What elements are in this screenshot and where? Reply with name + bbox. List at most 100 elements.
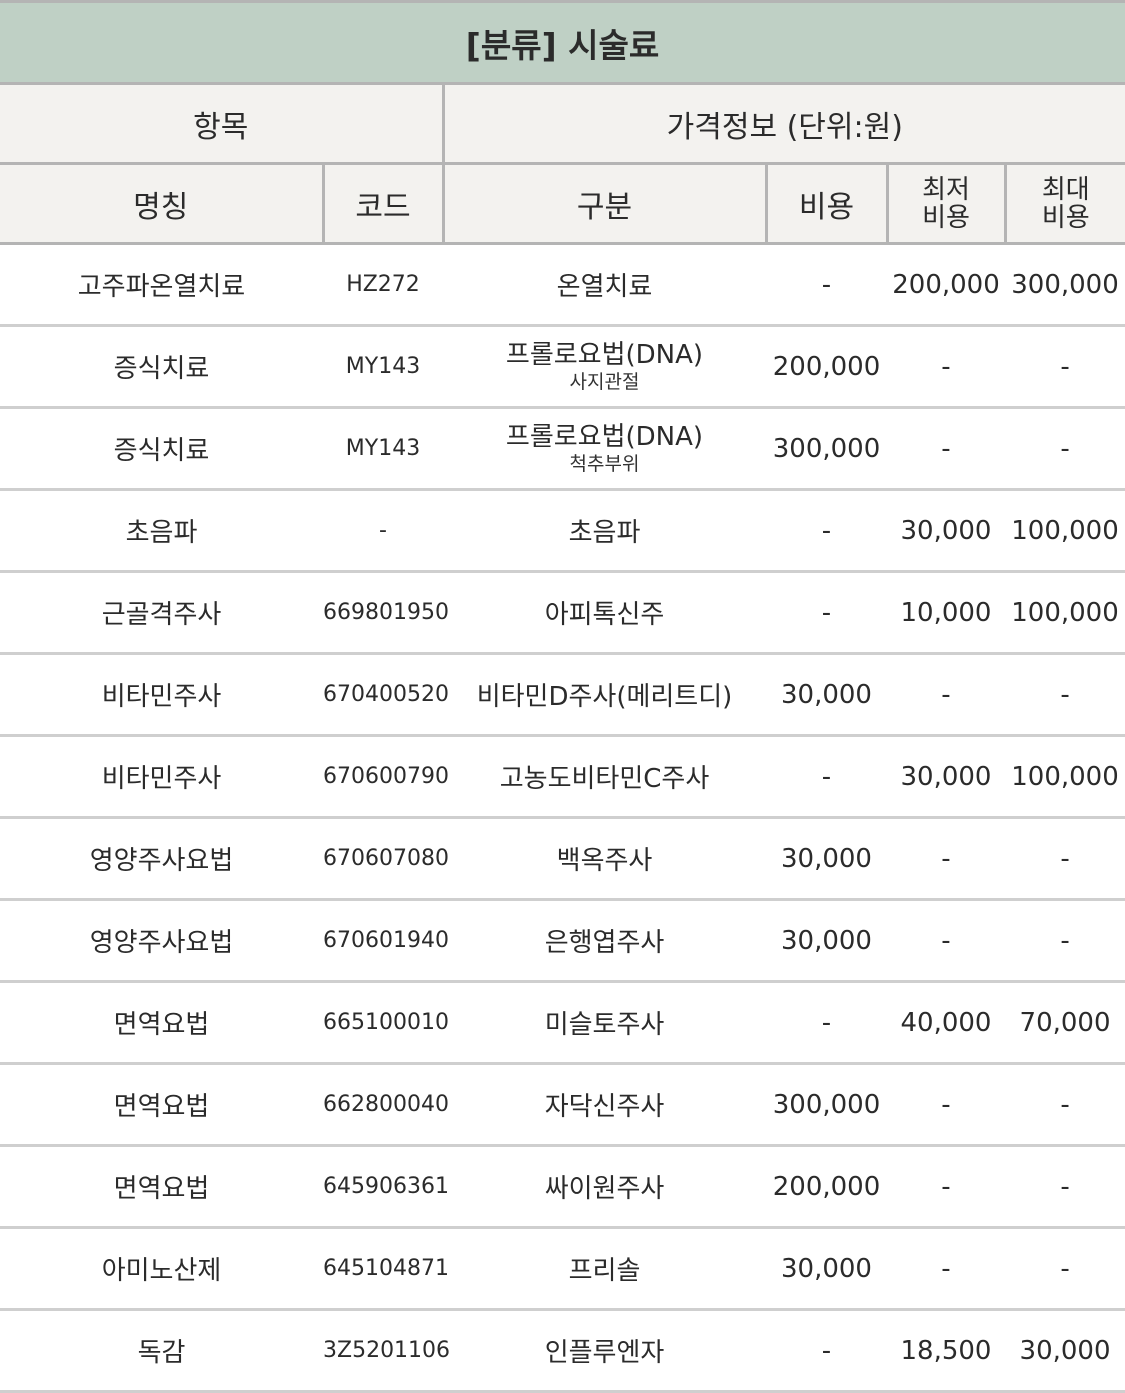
column-header-max-cost-line2: 비용 (1041, 202, 1090, 233)
cost-cell: 300,000 (766, 407, 887, 491)
max-cost-cell: - (1005, 1145, 1125, 1229)
table-row: 비타민주사 670400520 비타민D주사(메리트디) 30,000- - (0, 653, 1125, 737)
category-cell: 프롤로요법(DNA) 척추부위 (443, 407, 766, 491)
column-header-min-cost-line1: 최저 (922, 174, 970, 205)
category-label: 프롤로요법(DNA) (505, 421, 704, 452)
table-row: 고주파온열치료 HZ272 온열치료 -200,000 300,000 (0, 243, 1125, 327)
category-cell: 초음파 (443, 489, 766, 573)
name-cell: 초음파 (0, 489, 323, 573)
category-label: 프롤로요법(DNA) (505, 339, 704, 370)
cost-cell: 30,000 (766, 817, 887, 901)
code-cell: - (323, 489, 443, 573)
max-cost-cell: - (1005, 899, 1125, 983)
table-row: 초음파 - 초음파 -30,000 100,000 (0, 489, 1125, 573)
table-title: [분류] 시술료 (0, 0, 1125, 85)
cost-cell: 200,000 (766, 1145, 887, 1229)
min-cost-cell: - (887, 817, 1005, 901)
name-cell: 영양주사요법 (0, 817, 323, 901)
category-label: 자닥신주사 (544, 1092, 665, 1122)
cost-cell: - (766, 735, 887, 819)
min-cost-cell: 40,000 (887, 981, 1005, 1065)
column-header-max-cost-line1: 최대 (1041, 174, 1090, 205)
table-row: 영양주사요법 670607080 백옥주사 30,000- - (0, 817, 1125, 901)
column-header-max-cost: 최대 비용 (1005, 163, 1125, 245)
table-row: 근골격주사 669801950 아피톡신주 -10,000 100,000 (0, 571, 1125, 655)
table-row: 증식치료 MY143 프롤로요법(DNA) 척추부위 300,000- - (0, 407, 1125, 491)
table-row: 면역요법 665100010 미슬토주사 -40,000 70,000 (0, 981, 1125, 1065)
column-header-min-cost: 최저 비용 (887, 163, 1007, 245)
code-cell: 669801950 (323, 571, 449, 655)
column-header-cost: 비용 (766, 163, 889, 245)
group-header-item: 항목 (0, 83, 445, 165)
name-cell: 아미노산제 (0, 1227, 323, 1311)
category-cell: 자닥신주사 (443, 1063, 766, 1147)
max-cost-cell: 70,000 (1005, 981, 1125, 1065)
category-cell: 싸이원주사 (443, 1145, 766, 1229)
code-cell: 3Z5201106 (323, 1309, 450, 1393)
min-cost-cell: 10,000 (887, 571, 1005, 655)
category-label: 싸이원주사 (544, 1174, 665, 1204)
name-cell: 면역요법 (0, 1145, 323, 1229)
category-cell: 은행엽주사 (443, 899, 766, 983)
category-cell: 프롤로요법(DNA) 사지관절 (443, 325, 766, 409)
name-cell: 영양주사요법 (0, 899, 323, 983)
table-row: 아미노산제 645104871 프리솔 30,000- - (0, 1227, 1125, 1311)
name-cell: 독감 (0, 1309, 323, 1393)
group-header-price-info: 가격정보 (단위:원) (443, 83, 1125, 165)
category-cell: 백옥주사 (443, 817, 766, 901)
category-cell: 아피톡신주 (443, 571, 766, 655)
table-row: 면역요법 662800040 자닥신주사 300,000- - (0, 1063, 1125, 1147)
category-label: 인플루엔자 (544, 1338, 665, 1368)
category-label: 프리솔 (568, 1256, 641, 1286)
name-cell: 근골격주사 (0, 571, 323, 655)
table-row: 독감 3Z5201106 인플루엔자 -18,500 30,000 (0, 1309, 1125, 1393)
cost-cell: - (766, 243, 887, 327)
category-cell: 온열치료 (443, 243, 766, 327)
min-cost-cell: - (887, 1227, 1005, 1311)
cost-cell: 30,000 (766, 899, 887, 983)
table-row: 면역요법 645906361 싸이원주사 200,000- - (0, 1145, 1125, 1229)
category-cell: 고농도비타민C주사 (443, 735, 766, 819)
name-cell: 고주파온열치료 (0, 243, 323, 327)
max-cost-cell: - (1005, 817, 1125, 901)
cost-cell: - (766, 981, 887, 1065)
category-sublabel: 척추부위 (569, 452, 640, 475)
cost-cell: 30,000 (766, 1227, 887, 1311)
category-label: 비타민D주사(메리트디) (476, 682, 733, 712)
cost-cell: 200,000 (766, 325, 887, 409)
category-cell: 비타민D주사(메리트디) (443, 653, 766, 737)
max-cost-cell: 100,000 (1005, 489, 1125, 573)
name-cell: 면역요법 (0, 981, 323, 1065)
max-cost-cell: 100,000 (1005, 735, 1125, 819)
code-cell: 670600790 (323, 735, 449, 819)
cost-cell: - (766, 1309, 887, 1393)
min-cost-cell: - (887, 1145, 1005, 1229)
code-cell: MY143 (323, 325, 443, 409)
fee-table: [분류] 시술료 항목 가격정보 (단위:원) 명칭 코드 구분 비용 최저 비… (0, 0, 1125, 1393)
cost-cell: 30,000 (766, 653, 887, 737)
max-cost-cell: - (1005, 325, 1125, 409)
min-cost-cell: 30,000 (887, 489, 1005, 573)
name-cell: 비타민주사 (0, 653, 323, 737)
code-cell: 665100010 (323, 981, 449, 1065)
category-cell: 인플루엔자 (443, 1309, 766, 1393)
column-header-min-cost-line2: 비용 (922, 202, 970, 233)
name-cell: 면역요법 (0, 1063, 323, 1147)
name-cell: 증식치료 (0, 325, 323, 409)
category-label: 고농도비타민C주사 (499, 764, 710, 794)
max-cost-cell: - (1005, 407, 1125, 491)
cost-cell: - (766, 571, 887, 655)
category-label: 초음파 (568, 518, 641, 548)
min-cost-cell: 18,500 (887, 1309, 1005, 1393)
category-label: 온열치료 (556, 272, 653, 302)
min-cost-cell: 200,000 (887, 243, 1005, 327)
min-cost-cell: 30,000 (887, 735, 1005, 819)
min-cost-cell: - (887, 407, 1005, 491)
name-cell: 증식치료 (0, 407, 323, 491)
max-cost-cell: 100,000 (1005, 571, 1125, 655)
max-cost-cell: 30,000 (1005, 1309, 1125, 1393)
cost-cell: - (766, 489, 887, 573)
min-cost-cell: - (887, 899, 1005, 983)
table-body: 고주파온열치료 HZ272 온열치료 -200,000 300,000 증식치료 MY143… (0, 243, 1125, 1393)
max-cost-cell: - (1005, 1063, 1125, 1147)
